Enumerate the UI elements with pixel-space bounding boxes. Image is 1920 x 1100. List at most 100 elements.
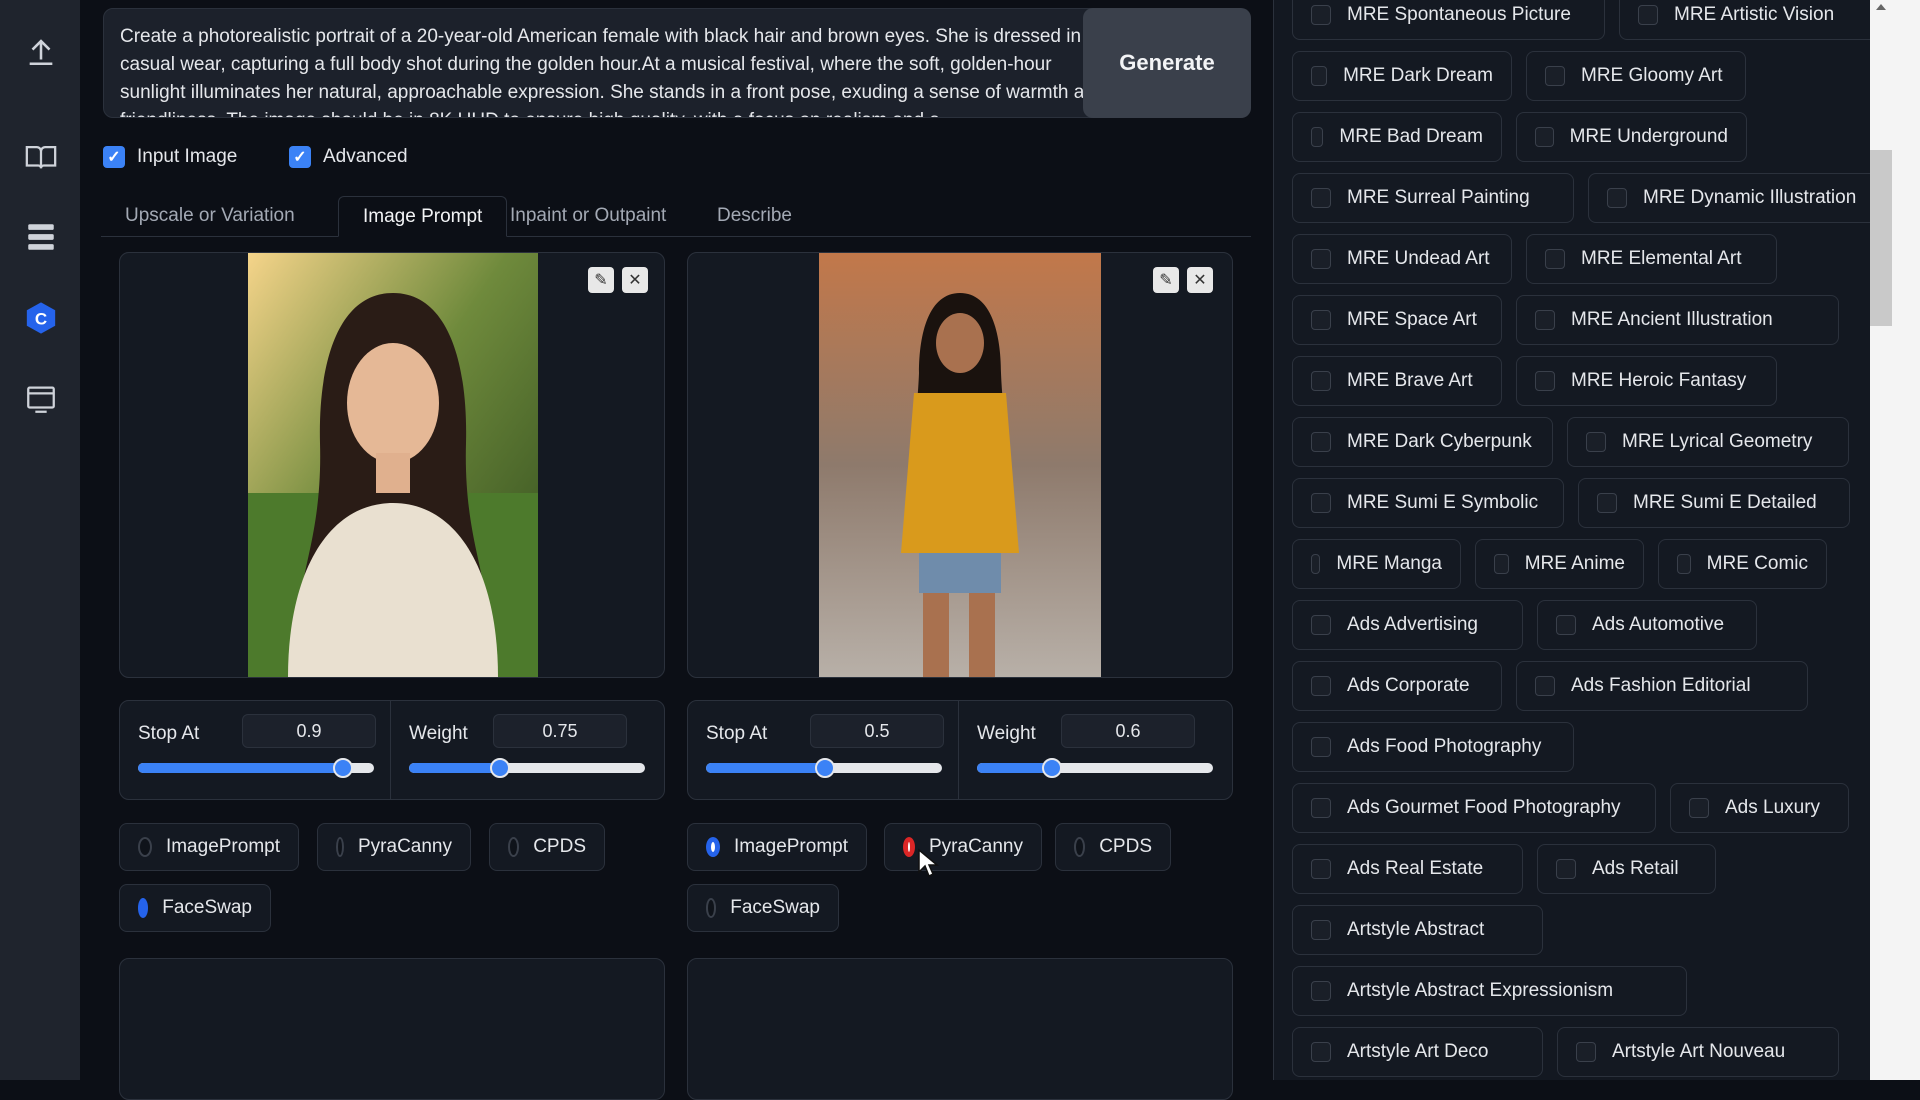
style-option[interactable]: MRE Heroic Fantasy xyxy=(1516,356,1777,406)
style-checkbox[interactable] xyxy=(1597,493,1617,513)
generate-button[interactable]: Generate xyxy=(1083,8,1251,118)
style-option[interactable]: MRE Artistic Vision xyxy=(1619,0,1891,40)
radio-button[interactable] xyxy=(1074,837,1086,857)
style-option[interactable]: Ads Retail xyxy=(1537,844,1716,894)
style-checkbox[interactable] xyxy=(1311,310,1331,330)
style-checkbox[interactable] xyxy=(1311,676,1331,696)
mode-imageprompt-2[interactable]: ImagePrompt xyxy=(687,823,867,871)
style-option[interactable]: Ads Food Photography xyxy=(1292,722,1574,772)
edit-icon[interactable]: ✎ xyxy=(588,267,614,293)
style-checkbox[interactable] xyxy=(1638,5,1658,25)
style-option[interactable]: MRE Anime xyxy=(1475,539,1644,589)
book-icon[interactable] xyxy=(20,136,62,178)
weight-slider[interactable] xyxy=(409,758,645,778)
style-checkbox[interactable] xyxy=(1535,127,1554,147)
style-option[interactable]: Artstyle Art Deco xyxy=(1292,1027,1543,1077)
style-option[interactable]: Artstyle Abstract Expressionism xyxy=(1292,966,1687,1016)
style-checkbox[interactable] xyxy=(1311,554,1321,574)
style-checkbox[interactable] xyxy=(1556,859,1576,879)
style-option[interactable]: Artstyle Abstract xyxy=(1292,905,1543,955)
style-checkbox[interactable] xyxy=(1689,798,1709,818)
style-checkbox[interactable] xyxy=(1545,66,1565,86)
tab-inpaint-or-outpaint[interactable]: Inpaint or Outpaint xyxy=(486,196,690,236)
style-option[interactable]: MRE Surreal Painting xyxy=(1292,173,1574,223)
edit-icon[interactable]: ✎ xyxy=(1153,267,1179,293)
image-slot-1[interactable]: ✎ ✕ xyxy=(119,252,665,678)
close-icon[interactable]: ✕ xyxy=(622,267,648,293)
style-option[interactable]: Ads Automotive xyxy=(1537,600,1757,650)
style-checkbox[interactable] xyxy=(1535,371,1555,391)
style-checkbox[interactable] xyxy=(1311,188,1331,208)
empty-slot-3[interactable] xyxy=(119,958,665,1100)
style-checkbox[interactable] xyxy=(1311,798,1331,818)
style-checkbox[interactable] xyxy=(1311,249,1331,269)
style-checkbox[interactable] xyxy=(1311,920,1331,940)
radio-button[interactable] xyxy=(706,898,717,918)
style-checkbox[interactable] xyxy=(1545,249,1565,269)
radio-button[interactable] xyxy=(706,837,720,857)
style-checkbox[interactable] xyxy=(1494,554,1509,574)
prompt-textarea[interactable]: Create a photorealistic portrait of a 20… xyxy=(103,8,1139,118)
style-checkbox[interactable] xyxy=(1311,1042,1331,1062)
mode-pyracanny-1[interactable]: PyraCanny xyxy=(317,823,471,871)
close-icon[interactable]: ✕ xyxy=(1187,267,1213,293)
style-option[interactable]: MRE Undead Art xyxy=(1292,234,1512,284)
mode-faceswap-2[interactable]: FaceSwap xyxy=(687,884,839,932)
style-option[interactable]: Ads Fashion Editorial xyxy=(1516,661,1808,711)
mode-cpds-2[interactable]: CPDS xyxy=(1055,823,1171,871)
style-option[interactable]: MRE Ancient Illustration xyxy=(1516,295,1839,345)
style-option[interactable]: MRE Dark Dream xyxy=(1292,51,1512,101)
style-option[interactable]: MRE Dynamic Illustration xyxy=(1588,173,1911,223)
style-option[interactable]: MRE Brave Art xyxy=(1292,356,1502,406)
style-checkbox[interactable] xyxy=(1535,310,1555,330)
scroll-thumb[interactable] xyxy=(1870,150,1892,326)
style-checkbox[interactable] xyxy=(1677,554,1691,574)
radio-button[interactable] xyxy=(138,837,152,857)
tab-upscale-or-variation[interactable]: Upscale or Variation xyxy=(101,196,319,236)
style-checkbox[interactable] xyxy=(1311,66,1328,86)
slider-thumb[interactable] xyxy=(1042,758,1062,778)
style-option[interactable]: Ads Real Estate xyxy=(1292,844,1523,894)
style-checkbox[interactable] xyxy=(1311,493,1331,513)
tab-describe[interactable]: Describe xyxy=(693,196,816,236)
style-option[interactable]: MRE Sumi E Symbolic xyxy=(1292,478,1564,528)
style-checkbox[interactable] xyxy=(1576,1042,1596,1062)
weight-slider[interactable] xyxy=(977,758,1213,778)
style-option[interactable]: MRE Elemental Art xyxy=(1526,234,1777,284)
style-option[interactable]: MRE Manga xyxy=(1292,539,1461,589)
advanced-checkbox[interactable]: ✓ Advanced xyxy=(289,146,408,168)
style-option[interactable]: MRE Dark Cyberpunk xyxy=(1292,417,1553,467)
style-checkbox[interactable] xyxy=(1311,5,1331,25)
mode-pyracanny-2[interactable]: PyraCanny xyxy=(884,823,1042,871)
weight-input[interactable]: 0.75 xyxy=(493,714,627,748)
empty-slot-4[interactable] xyxy=(687,958,1233,1100)
style-option[interactable]: Ads Corporate xyxy=(1292,661,1502,711)
style-option[interactable]: MRE Lyrical Geometry xyxy=(1567,417,1849,467)
style-option[interactable]: MRE Space Art xyxy=(1292,295,1502,345)
style-checkbox[interactable] xyxy=(1311,432,1331,452)
style-option[interactable]: MRE Comic xyxy=(1658,539,1827,589)
style-option[interactable]: Ads Gourmet Food Photography xyxy=(1292,783,1656,833)
slider-thumb[interactable] xyxy=(815,758,835,778)
c-logo-icon[interactable]: C xyxy=(20,297,62,339)
style-checkbox[interactable] xyxy=(1311,981,1331,1001)
style-option[interactable]: MRE Spontaneous Picture xyxy=(1292,0,1605,40)
style-checkbox[interactable] xyxy=(1311,615,1331,635)
style-option[interactable]: MRE Underground xyxy=(1516,112,1747,162)
radio-button[interactable] xyxy=(508,837,520,857)
stop-at-slider[interactable] xyxy=(706,758,942,778)
style-option[interactable]: MRE Sumi E Detailed xyxy=(1578,478,1850,528)
style-option[interactable]: Ads Advertising xyxy=(1292,600,1523,650)
tab-image-prompt[interactable]: Image Prompt xyxy=(338,196,508,237)
style-checkbox[interactable] xyxy=(1586,432,1606,452)
slider-thumb[interactable] xyxy=(333,758,353,778)
input-image-checkbox[interactable]: ✓ Input Image xyxy=(103,146,237,168)
radio-button[interactable] xyxy=(903,837,915,857)
style-option[interactable]: MRE Bad Dream xyxy=(1292,112,1502,162)
upload-icon[interactable] xyxy=(20,30,62,72)
monitor-icon[interactable] xyxy=(20,378,62,420)
mode-imageprompt-1[interactable]: ImagePrompt xyxy=(119,823,299,871)
scrollbar[interactable] xyxy=(1870,0,1920,1080)
mode-faceswap-1[interactable]: FaceSwap xyxy=(119,884,271,932)
style-checkbox[interactable] xyxy=(1311,371,1331,391)
